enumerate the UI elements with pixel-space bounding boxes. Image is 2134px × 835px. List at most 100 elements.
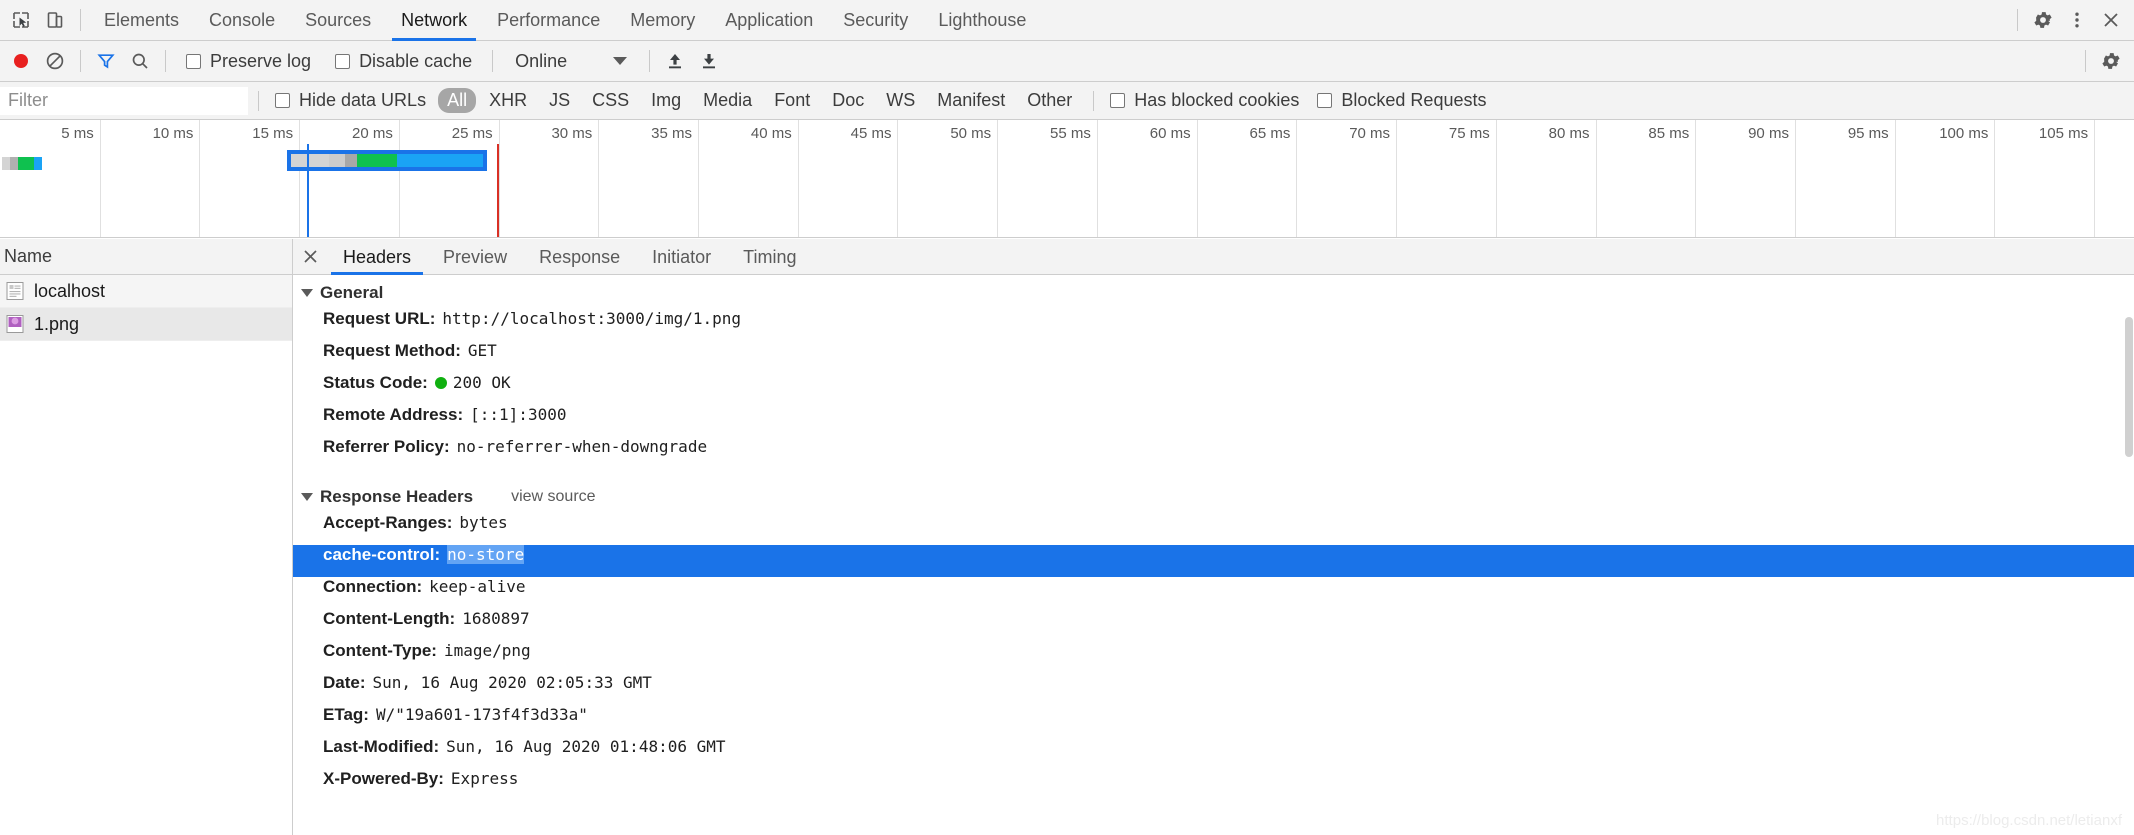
overview-bar-segment-dns-connect: [345, 154, 357, 167]
net-toolbar-divider-5: [2085, 50, 2086, 72]
section-header-response-headers[interactable]: Response Headers view source: [293, 479, 2134, 513]
header-row[interactable]: Request Method: GET: [293, 341, 2134, 373]
header-row[interactable]: Date: Sun, 16 Aug 2020 02:05:33 GMT: [293, 673, 2134, 705]
preserve-log-checkbox[interactable]: Preserve log: [174, 51, 323, 72]
has-blocked-cookies-checkbox[interactable]: Has blocked cookies: [1104, 90, 1305, 111]
devtools-window: Elements Console Sources Network Performance…: [0, 0, 2134, 835]
filter-type-manifest[interactable]: Manifest: [928, 88, 1014, 113]
search-icon[interactable]: [123, 44, 157, 78]
header-row[interactable]: Content-Length: 1680897: [293, 609, 2134, 641]
header-row[interactable]: Remote Address: [::1]:3000: [293, 405, 2134, 437]
filter-type-js[interactable]: JS: [540, 88, 579, 113]
details-scrollbar[interactable]: [2124, 275, 2134, 835]
ruler-tick-label: 25 ms: [451, 125, 493, 142]
tab-performance[interactable]: Performance: [482, 0, 615, 41]
inspect-element-icon[interactable]: [4, 3, 38, 37]
overview-bar-segment-waiting-ttfb: [356, 154, 397, 167]
request-row[interactable]: 1.png: [0, 308, 292, 341]
header-row[interactable]: cache-control: no-store: [293, 545, 2134, 577]
header-row[interactable]: ETag: W/"19a601-173f4f3d33a": [293, 705, 2134, 737]
header-name: X-Powered-By:: [323, 769, 444, 788]
filter-type-xhr[interactable]: XHR: [480, 88, 536, 113]
filter-icon[interactable]: [89, 44, 123, 78]
document-icon: [6, 281, 24, 301]
header-row[interactable]: Last-Modified: Sun, 16 Aug 2020 01:48:06 …: [293, 737, 2134, 769]
tab-security[interactable]: Security: [828, 0, 923, 41]
ruler-gridline: [598, 120, 600, 237]
filter-type-ws[interactable]: WS: [877, 88, 924, 113]
ruler-gridline: [698, 120, 700, 237]
overview-bar-segment-queueing: [1, 157, 10, 170]
filter-divider-1: [258, 90, 259, 111]
details-tab-headers[interactable]: Headers: [327, 239, 427, 275]
header-value: W/"19a601-173f4f3d33a": [375, 705, 588, 724]
filter-input[interactable]: [0, 86, 248, 115]
overview-request-bar[interactable]: [1, 157, 42, 170]
request-list-header[interactable]: Name: [0, 239, 292, 275]
ruler-gridline: [1296, 120, 1298, 237]
filter-type-css[interactable]: CSS: [583, 88, 638, 113]
details-tab-preview[interactable]: Preview: [427, 239, 523, 275]
filter-type-media[interactable]: Media: [694, 88, 761, 113]
resource-type-filters: All XHR JS CSS Img Media Font Doc WS Manifest Othe…: [436, 88, 1083, 113]
tab-console[interactable]: Console: [194, 0, 290, 41]
ruler-tick-label: 30 ms: [551, 125, 593, 142]
tab-application[interactable]: Application: [710, 0, 828, 41]
device-toolbar-icon[interactable]: [38, 3, 72, 37]
header-row[interactable]: Content-Type: image/png: [293, 641, 2134, 673]
network-overview-timeline[interactable]: 5 ms 10 ms 15 ms 20 ms 25 ms 30 ms 35 ms 40 ms 4…: [0, 120, 2134, 238]
ruler-gridline: [1495, 120, 1497, 237]
details-tabs: Headers Preview Response Initiator Timing: [327, 239, 813, 275]
throttling-select[interactable]: Online: [501, 51, 641, 72]
details-tab-response[interactable]: Response: [523, 239, 636, 275]
chevron-down-icon: [613, 57, 628, 65]
export-har-icon[interactable]: [692, 44, 726, 78]
view-source-link[interactable]: view source: [511, 488, 595, 506]
ruler-gridline: [1196, 120, 1198, 237]
ruler-gridline: [299, 120, 301, 237]
header-row[interactable]: Accept-Ranges: bytes: [293, 513, 2134, 545]
header-name: Date:: [323, 673, 366, 692]
header-row[interactable]: Request URL: http://localhost:3000/img/1.…: [293, 309, 2134, 341]
gear-icon[interactable]: [2026, 3, 2060, 37]
details-tab-initiator[interactable]: Initiator: [636, 239, 727, 275]
filter-type-all[interactable]: All: [438, 88, 477, 113]
clear-button[interactable]: [38, 44, 72, 78]
tab-elements[interactable]: Elements: [89, 0, 194, 41]
filter-type-font[interactable]: Font: [765, 88, 819, 113]
header-row[interactable]: X-Powered-By: Express: [293, 769, 2134, 801]
request-row[interactable]: localhost: [0, 275, 292, 308]
header-name: Connection:: [323, 577, 423, 596]
tab-network[interactable]: Network: [386, 0, 482, 41]
blocked-requests-checkbox[interactable]: Blocked Requests: [1305, 90, 1498, 111]
tab-lighthouse[interactable]: Lighthouse: [923, 0, 1041, 41]
record-button[interactable]: [4, 44, 38, 78]
network-settings-icon[interactable]: [2094, 44, 2128, 78]
ruler-tick-label: 90 ms: [1748, 125, 1789, 142]
close-icon[interactable]: [2094, 3, 2128, 37]
section-header-general[interactable]: General: [293, 275, 2134, 309]
ruler-tick-label: 45 ms: [850, 125, 892, 142]
disable-cache-checkbox[interactable]: Disable cache: [323, 51, 484, 72]
header-value: Express: [450, 769, 519, 788]
filter-type-other[interactable]: Other: [1018, 88, 1081, 113]
tab-sources[interactable]: Sources: [290, 0, 386, 41]
filter-type-doc[interactable]: Doc: [823, 88, 873, 113]
header-row[interactable]: Connection: keep-alive: [293, 577, 2134, 609]
more-options-icon[interactable]: [2060, 3, 2094, 37]
hide-data-urls-box: [275, 93, 290, 108]
ruler-gridline: [1695, 120, 1697, 237]
ruler-tick-label: 55 ms: [1050, 125, 1091, 142]
filter-type-img[interactable]: Img: [642, 88, 690, 113]
ruler-gridline: [897, 120, 899, 237]
details-tab-timing[interactable]: Timing: [727, 239, 812, 275]
close-details-icon[interactable]: [293, 239, 327, 275]
header-row[interactable]: Status Code: 200 OK: [293, 373, 2134, 405]
tab-memory[interactable]: Memory: [615, 0, 710, 41]
details-scrollbar-thumb[interactable]: [2125, 317, 2133, 457]
header-row[interactable]: Referrer Policy: no-referrer-when-downgra…: [293, 437, 2134, 469]
import-har-icon[interactable]: [658, 44, 692, 78]
overview-request-bar[interactable]: [287, 150, 487, 171]
hide-data-urls-checkbox[interactable]: Hide data URLs: [269, 90, 432, 111]
